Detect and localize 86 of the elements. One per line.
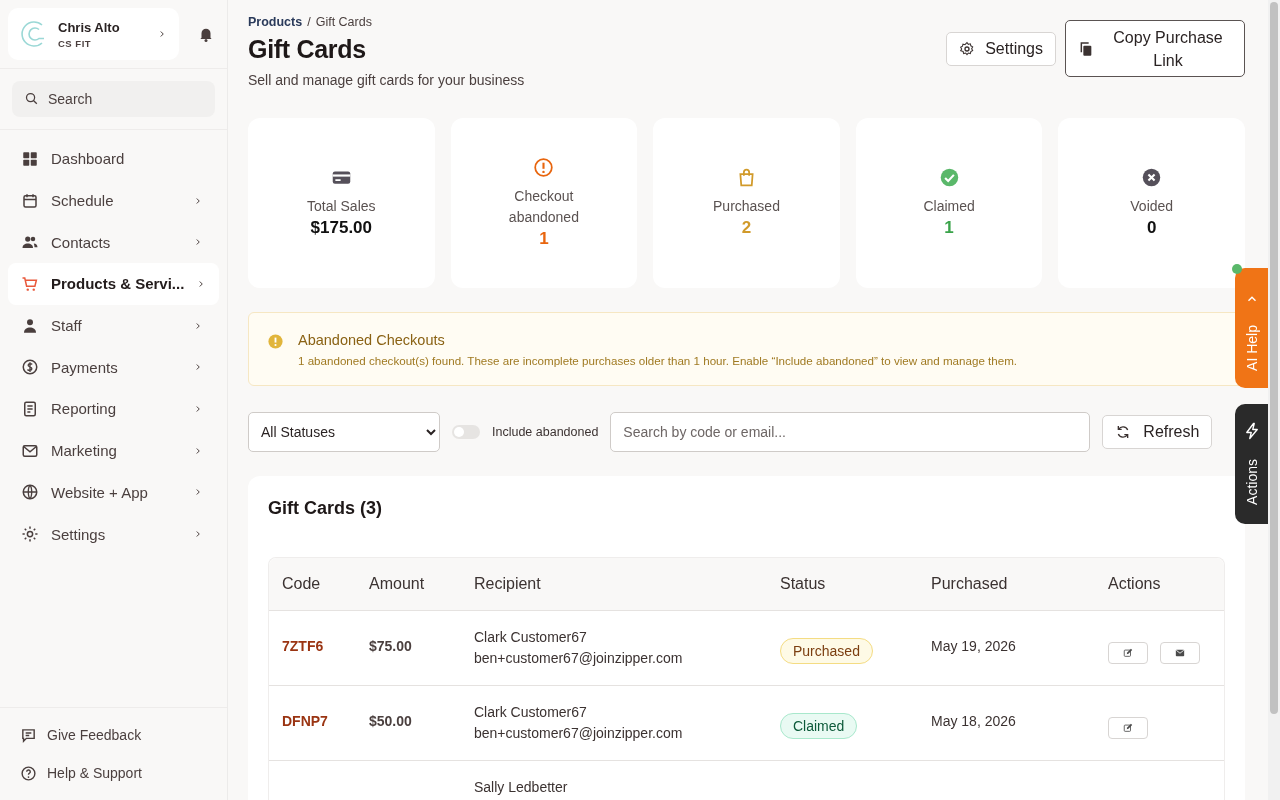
breadcrumb-separator: / <box>307 15 311 29</box>
table-cell-text: $75.00 <box>368 638 413 654</box>
nav-item[interactable]: Payments <box>8 346 219 389</box>
stat-label: Purchased <box>713 197 780 216</box>
nav-item[interactable]: Website + App <box>8 471 219 514</box>
column-header: Amount <box>368 575 426 593</box>
close-circle-icon <box>1141 167 1163 188</box>
calendar-icon <box>21 191 39 210</box>
table-cell-text: $50.00 <box>368 713 413 729</box>
recipient-name: Sally Ledbetter <box>474 778 569 797</box>
recipient-name: Clark Customer67 <box>474 703 588 722</box>
grid-icon <box>21 149 39 168</box>
shopping-bag-icon <box>736 167 757 188</box>
nav-item[interactable]: Settings <box>8 513 219 555</box>
edit-icon <box>1123 648 1133 658</box>
copy-link-button[interactable]: Copy Purchase Link <box>1065 20 1245 77</box>
settings-icon <box>959 41 976 57</box>
table-title: Gift Cards (3) <box>268 498 383 519</box>
stat-value: 0 <box>1146 217 1157 239</box>
copy-icon <box>1078 40 1094 57</box>
breadcrumb-current: Gift Cards <box>315 15 372 29</box>
alert-message: 1 abandoned checkout(s) found. These are incomplete purchases older than 1 hour. Enable “Include abandoned” to view and manage them. <box>298 354 1018 367</box>
sun-icon <box>21 525 39 544</box>
status-badge: Purchased <box>780 638 873 664</box>
email-button[interactable] <box>1160 642 1200 664</box>
person-icon <box>21 316 39 335</box>
recipient-name: Clark Customer67 <box>474 628 588 647</box>
page-title: Gift Cards <box>248 35 367 64</box>
refresh-button[interactable]: Refresh <box>1102 415 1213 449</box>
search-field[interactable]: Search <box>12 81 215 117</box>
globe-icon <box>21 483 39 502</box>
edit-button[interactable] <box>1108 717 1148 739</box>
nav-item[interactable]: Contacts <box>8 221 219 264</box>
alert-title: Abandoned Checkouts <box>298 332 446 348</box>
column-header: Status <box>779 575 827 593</box>
recipient-email: ben+customer67@joinzipper.com <box>474 724 684 743</box>
nav-item[interactable]: Reporting <box>8 388 219 430</box>
nav-item[interactable]: Schedule <box>8 179 219 222</box>
column-header: Recipient <box>473 575 542 593</box>
toggle-label: Include abandoned <box>492 425 599 439</box>
table-cell-text: DFNP7 <box>281 713 329 729</box>
account-name: Chris Alto <box>58 19 121 35</box>
edit-button[interactable] <box>1108 642 1148 664</box>
column-header: Actions <box>1107 575 1162 593</box>
breadcrumb-link[interactable]: Products <box>248 15 303 29</box>
envelope-icon <box>1175 648 1185 658</box>
stat-value: 2 <box>741 217 752 239</box>
organization-name: CS FIT <box>58 37 93 49</box>
settings-button[interactable]: Settings <box>946 32 1056 66</box>
help-icon <box>20 764 37 782</box>
nav-item[interactable]: Staff <box>8 304 219 347</box>
cart-icon <box>21 274 39 293</box>
stat-value: $175.00 <box>310 217 372 239</box>
stat-value: 1 <box>944 217 954 239</box>
toggle-switch[interactable] <box>452 425 480 439</box>
account-switcher[interactable]: Chris Alto CS FIT <box>8 8 179 60</box>
stat-label: Checkout abandoned <box>507 186 580 227</box>
column-header: Code <box>281 575 322 593</box>
table-cell-text: 7ZTF6 <box>281 638 325 654</box>
status-badge: Claimed <box>780 713 858 739</box>
stat-label: Claimed <box>923 197 975 216</box>
document-icon <box>21 399 39 418</box>
search-field[interactable]: Search by code or email... <box>610 412 1091 452</box>
dollar-icon <box>21 358 39 377</box>
check-icon <box>938 167 960 188</box>
scrollbar-thumb[interactable] <box>1270 2 1278 714</box>
table-cell-text: May 19, 2026 <box>930 638 1017 654</box>
nav-item[interactable]: Products & Servi... <box>8 263 219 305</box>
stat-label: Total Sales <box>307 197 376 216</box>
edit-icon <box>1123 723 1133 733</box>
nav-item[interactable]: Marketing <box>8 429 219 472</box>
footer-link[interactable]: Help & Support <box>20 754 215 792</box>
stat-label: Voided <box>1130 197 1174 216</box>
status-dropdown[interactable]: All Statuses <box>248 412 440 452</box>
page-subtitle: Sell and manage gift cards for your business <box>248 72 525 88</box>
scrollbar[interactable] <box>1268 0 1280 800</box>
footer-link[interactable]: Give Feedback <box>20 716 215 754</box>
chat-bubble-icon <box>20 726 37 744</box>
recipient-email: ben+customer67@joinzipper.com <box>474 649 684 668</box>
table-cell-text: May 18, 2026 <box>930 713 1017 729</box>
warning-icon <box>267 333 284 350</box>
alert-icon <box>533 156 555 178</box>
stat-value: 1 <box>539 227 549 250</box>
actions-tab[interactable]: Actions <box>1235 404 1268 524</box>
nav-item[interactable]: Dashboard <box>8 138 219 180</box>
column-header: Purchased <box>930 575 1009 593</box>
